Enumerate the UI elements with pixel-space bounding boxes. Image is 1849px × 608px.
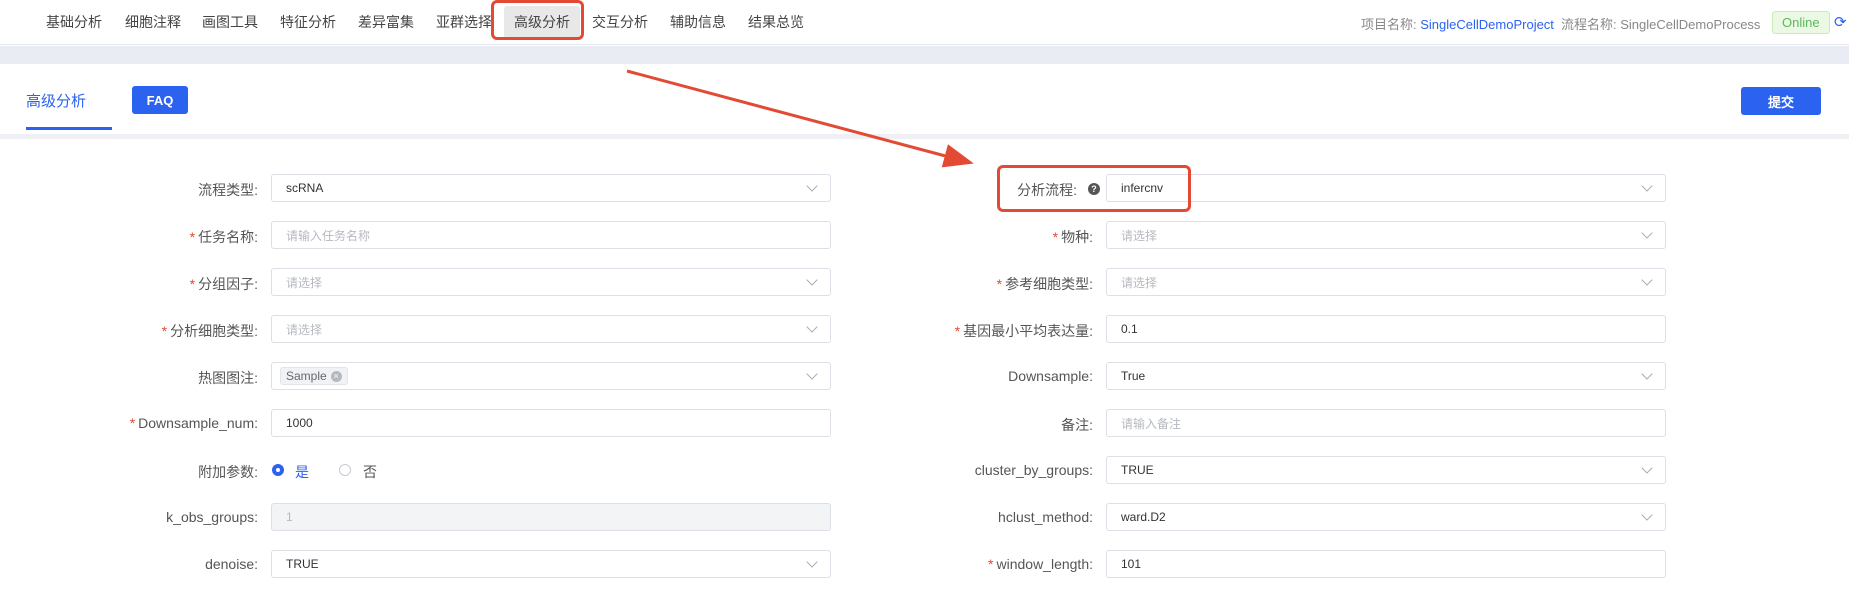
nav-highlight-annotation	[491, 0, 584, 40]
header-band	[0, 46, 1849, 64]
radio-no-label[interactable]: 否	[363, 462, 377, 482]
species-label: * 物种:	[1052, 229, 1093, 245]
chevron-down-icon	[1641, 274, 1653, 286]
project-name-label: 项目名称:	[1361, 17, 1417, 32]
nav-item-basic-analysis[interactable]: 基础分析	[46, 12, 102, 32]
task-name-label: * 任务名称:	[189, 229, 258, 245]
chevron-down-icon	[806, 180, 818, 192]
process-name-value: SingleCellDemoProcess	[1620, 17, 1761, 32]
downsample-select[interactable]: True	[1106, 362, 1666, 390]
nav-item-result-overview[interactable]: 结果总览	[748, 12, 804, 32]
tab-active-indicator	[26, 127, 112, 130]
hclust-method-label: hclust_method:	[998, 509, 1093, 525]
close-circle-icon[interactable]: ×	[330, 370, 342, 382]
nav-item-feature-analysis[interactable]: 特征分析	[280, 12, 336, 32]
refresh-icon[interactable]: ⟳	[1834, 13, 1847, 31]
process-name-label: 流程名称:	[1561, 17, 1617, 32]
section-divider	[0, 134, 1849, 139]
group-factor-select[interactable]: 请选择	[271, 268, 831, 296]
project-name-value[interactable]: SingleCellDemoProject	[1420, 17, 1554, 32]
k-obs-groups-label: k_obs_groups:	[166, 509, 258, 525]
nav-item-subcluster[interactable]: 亚群选择	[436, 12, 492, 32]
reference-cell-type-label: * 参考细胞类型:	[996, 276, 1093, 292]
chevron-down-icon	[806, 556, 818, 568]
downsample-num-input[interactable]: 1000	[271, 409, 831, 437]
chevron-down-icon	[806, 368, 818, 380]
k-obs-groups-input: 1	[271, 503, 831, 531]
faq-button[interactable]: FAQ	[132, 86, 188, 114]
process-info: 流程名称: SingleCellDemoProcess	[1561, 14, 1760, 33]
chevron-down-icon	[1641, 462, 1653, 474]
hclust-method-select[interactable]: ward.D2	[1106, 503, 1666, 531]
heatmap-annotation-select[interactable]: Sample ×	[271, 362, 831, 390]
nav-item-diff-enrichment[interactable]: 差异富集	[358, 12, 414, 32]
project-info: 项目名称: SingleCellDemoProject	[1361, 14, 1554, 33]
flow-type-select[interactable]: scRNA	[271, 174, 831, 202]
cluster-by-groups-label: cluster_by_groups:	[974, 462, 1093, 478]
chevron-down-icon	[1641, 227, 1653, 239]
group-factor-label: * 分组因子:	[189, 276, 258, 292]
window-length-input[interactable]: 101	[1106, 550, 1666, 578]
heatmap-annotation-label: 热图图注:	[198, 370, 258, 386]
nav-item-aux-info[interactable]: 辅助信息	[670, 12, 726, 32]
downsample-label: Downsample:	[1008, 368, 1093, 384]
radio-no[interactable]	[339, 464, 351, 476]
task-name-input[interactable]: 请输入任务名称	[271, 221, 831, 249]
window-length-label: * window_length:	[988, 556, 1093, 572]
reference-cell-type-select[interactable]: 请选择	[1106, 268, 1666, 296]
remark-label: 备注:	[1061, 417, 1093, 433]
analysis-cell-type-select[interactable]: 请选择	[271, 315, 831, 343]
chevron-down-icon	[1641, 180, 1653, 192]
min-mean-expr-input[interactable]: 0.1	[1106, 315, 1666, 343]
chevron-down-icon	[806, 274, 818, 286]
nav-item-interactive-analysis[interactable]: 交互分析	[592, 12, 648, 32]
status-badge: Online	[1772, 11, 1830, 34]
tab-advanced-analysis[interactable]: 高级分析	[26, 90, 86, 111]
min-mean-expr-label: * 基因最小平均表达量:	[954, 323, 1093, 339]
nav-item-cell-annotation[interactable]: 细胞注释	[125, 12, 181, 32]
species-select[interactable]: 请选择	[1106, 221, 1666, 249]
flow-type-label: 流程类型:	[198, 182, 258, 198]
downsample-num-label: * Downsample_num:	[129, 415, 258, 431]
denoise-label: denoise:	[205, 556, 258, 572]
chevron-down-icon	[1641, 509, 1653, 521]
remark-input[interactable]: 请输入备注	[1106, 409, 1666, 437]
selected-tag: Sample ×	[280, 367, 348, 385]
analysis-cell-type-label: * 分析细胞类型:	[161, 323, 258, 339]
denoise-select[interactable]: TRUE	[271, 550, 831, 578]
submit-button[interactable]: 提交	[1741, 87, 1821, 115]
chevron-down-icon	[806, 321, 818, 333]
chevron-down-icon	[1641, 368, 1653, 380]
cluster-by-groups-select[interactable]: TRUE	[1106, 456, 1666, 484]
extra-params-label: 附加参数:	[198, 464, 258, 480]
top-navigation: 基础分析 细胞注释 画图工具 特征分析 差异富集 亚群选择 高级分析 交互分析 …	[0, 0, 1849, 45]
radio-yes[interactable]	[272, 464, 284, 476]
nav-item-plot-tools[interactable]: 画图工具	[202, 12, 258, 32]
analysis-flow-highlight-annotation	[997, 165, 1191, 212]
radio-yes-label[interactable]: 是	[295, 462, 309, 482]
